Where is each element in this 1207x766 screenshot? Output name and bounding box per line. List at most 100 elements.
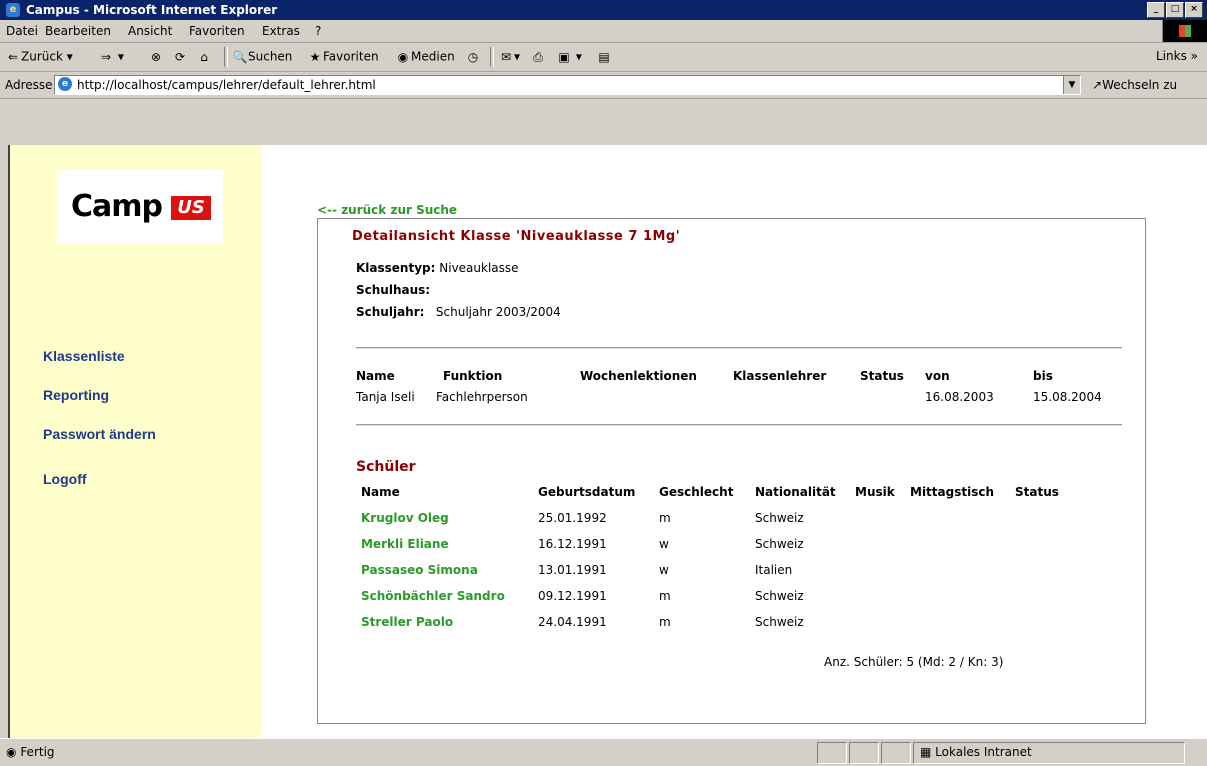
student-col-name: Name: [361, 485, 400, 499]
student-birth: 09.12.1991: [538, 589, 607, 603]
page-viewport: Camp US Klassenliste Reporting Passwort …: [8, 145, 1207, 738]
address-dropdown-icon[interactable]: ▼: [1063, 76, 1080, 94]
sidebar-item-logoff[interactable]: Logoff: [43, 471, 87, 487]
menu-help[interactable]: ?: [315, 24, 321, 38]
student-name-link[interactable]: Kruglov Oleg: [361, 511, 449, 525]
teacher-col-bis: bis: [1033, 369, 1053, 383]
student-col-geburtsdatum: Geburtsdatum: [538, 485, 636, 499]
mail-button[interactable]: ✉ ▾: [498, 49, 520, 65]
forward-button[interactable]: ⇒ ▾: [98, 49, 124, 65]
links-button[interactable]: Links »: [1156, 49, 1198, 63]
teacher-col-name: Name: [356, 369, 395, 383]
go-button[interactable]: ↗Wechseln zu: [1092, 78, 1177, 92]
teacher-col-wochenlektionen: Wochenlektionen: [580, 369, 697, 383]
edit-button[interactable]: ▣ ▾: [556, 49, 582, 65]
student-birth: 13.01.1991: [538, 563, 607, 577]
back-to-search-link[interactable]: <-- zurück zur Suche: [317, 203, 457, 217]
student-nationality: Schweiz: [755, 511, 804, 525]
edit-icon: ▣: [558, 50, 570, 64]
zone-text: ▦ Lokales Intranet: [920, 745, 1032, 759]
student-gender: w: [659, 537, 669, 551]
sidebar-item-passwort[interactable]: Passwort ändern: [43, 426, 156, 442]
menu-favoriten[interactable]: Favoriten: [189, 24, 245, 38]
maximize-button[interactable]: □: [1166, 2, 1184, 18]
menu-extras[interactable]: Extras: [262, 24, 300, 38]
student-birth: 16.12.1991: [538, 537, 607, 551]
discuss-button[interactable]: ▤: [596, 49, 612, 65]
students-summary: Anz. Schüler: 5 (Md: 2 / Kn: 3): [824, 655, 1004, 669]
back-button[interactable]: ⇐ Zurück ▾: [5, 49, 73, 65]
student-birth: 24.04.1991: [538, 615, 607, 629]
address-bar: Adresse e http://localhost/campus/lehrer…: [0, 72, 1207, 99]
status-bar: ◉ Fertig ▦ Lokales Intranet: [0, 738, 1207, 766]
stop-icon: ⊗: [150, 50, 162, 64]
sidebar-item-reporting[interactable]: Reporting: [43, 387, 109, 403]
student-col-nationalitaet: Nationalität: [755, 485, 836, 499]
page-title: Detailansicht Klasse 'Niveauklasse 7 1Mg…: [352, 229, 681, 244]
home-icon: ⌂: [200, 50, 208, 64]
students-title: Schüler: [356, 459, 416, 475]
media-button[interactable]: ◉ Medien: [395, 49, 455, 65]
teacher-col-von: von: [925, 369, 950, 383]
student-name-link[interactable]: Streller Paolo: [361, 615, 453, 629]
klassentyp-field: Klassentyp: Niveauklasse: [356, 261, 519, 275]
schulhaus-field: Schulhaus:: [356, 283, 431, 297]
menu-bearbeiten[interactable]: Bearbeiten: [45, 24, 111, 38]
student-col-status: Status: [1015, 485, 1059, 499]
student-gender: m: [659, 589, 671, 603]
status-cell: [881, 742, 911, 764]
student-gender: m: [659, 511, 671, 525]
teacher-to: 15.08.2004: [1033, 390, 1102, 404]
menu-bar: Datei Bearbeiten Ansicht Favoriten Extra…: [0, 20, 1207, 43]
page-icon: e: [58, 77, 72, 91]
address-input[interactable]: e http://localhost/campus/lehrer/default…: [54, 75, 1081, 95]
window-titlebar: e Campus - Microsoft Internet Explorer _…: [0, 0, 1207, 20]
history-button[interactable]: ◷: [465, 49, 481, 65]
windows-logo-icon: [1162, 20, 1207, 42]
menu-datei[interactable]: Datei: [6, 24, 38, 38]
campus-logo: Camp US: [57, 170, 223, 243]
student-gender: m: [659, 615, 671, 629]
teacher-function: Fachlehrperson: [436, 390, 528, 404]
student-nationality: Schweiz: [755, 537, 804, 551]
teacher-name: Tanja Iseli: [356, 390, 415, 404]
media-icon: ◉: [397, 50, 409, 64]
student-nationality: Schweiz: [755, 589, 804, 603]
student-nationality: Italien: [755, 563, 793, 577]
status-cell: [849, 742, 879, 764]
refresh-button[interactable]: ⟳: [172, 49, 188, 65]
class-detail-panel: Detailansicht Klasse 'Niveauklasse 7 1Mg…: [317, 218, 1146, 724]
student-name-link[interactable]: Schönbächler Sandro: [361, 589, 505, 603]
teacher-col-funktion: Funktion: [443, 369, 503, 383]
student-birth: 25.01.1992: [538, 511, 607, 525]
favorites-icon: ★: [309, 50, 321, 64]
student-name-link[interactable]: Passaseo Simona: [361, 563, 478, 577]
print-button[interactable]: ⎙: [530, 49, 546, 65]
menu-ansicht[interactable]: Ansicht: [128, 24, 172, 38]
search-button[interactable]: 🔍Suchen: [232, 49, 293, 65]
student-col-mittagstisch: Mittagstisch: [910, 485, 995, 499]
back-arrow-icon: ⇐: [7, 50, 19, 64]
home-button[interactable]: ⌂: [196, 49, 212, 65]
ie-icon: e: [6, 3, 20, 17]
sidebar-item-klassenliste[interactable]: Klassenliste: [43, 348, 125, 364]
intranet-icon: ▦: [920, 745, 932, 759]
schuljahr-field: Schuljahr: Schuljahr 2003/2004: [356, 305, 561, 319]
go-arrow-icon: ↗: [1092, 78, 1103, 92]
student-col-geschlecht: Geschlecht: [659, 485, 734, 499]
divider: [356, 424, 1122, 426]
student-col-musik: Musik: [855, 485, 895, 499]
history-icon: ◷: [467, 50, 479, 64]
address-url[interactable]: http://localhost/campus/lehrer/default_l…: [77, 78, 376, 92]
stop-button[interactable]: ⊗: [148, 49, 164, 65]
minimize-button[interactable]: _: [1147, 2, 1165, 18]
favorites-button[interactable]: ★ Favoriten: [307, 49, 379, 65]
divider: [356, 347, 1122, 349]
forward-arrow-icon: ⇒: [100, 50, 112, 64]
sidebar: Camp US Klassenliste Reporting Passwort …: [10, 145, 262, 738]
status-cell: [817, 742, 847, 764]
student-name-link[interactable]: Merkli Eliane: [361, 537, 449, 551]
student-nationality: Schweiz: [755, 615, 804, 629]
toolbar: ⇐ Zurück ▾ ⇒ ▾ ⊗ ⟳ ⌂ 🔍Suchen ★ Favoriten ◉…: [0, 43, 1207, 72]
close-button[interactable]: ×: [1185, 2, 1203, 18]
